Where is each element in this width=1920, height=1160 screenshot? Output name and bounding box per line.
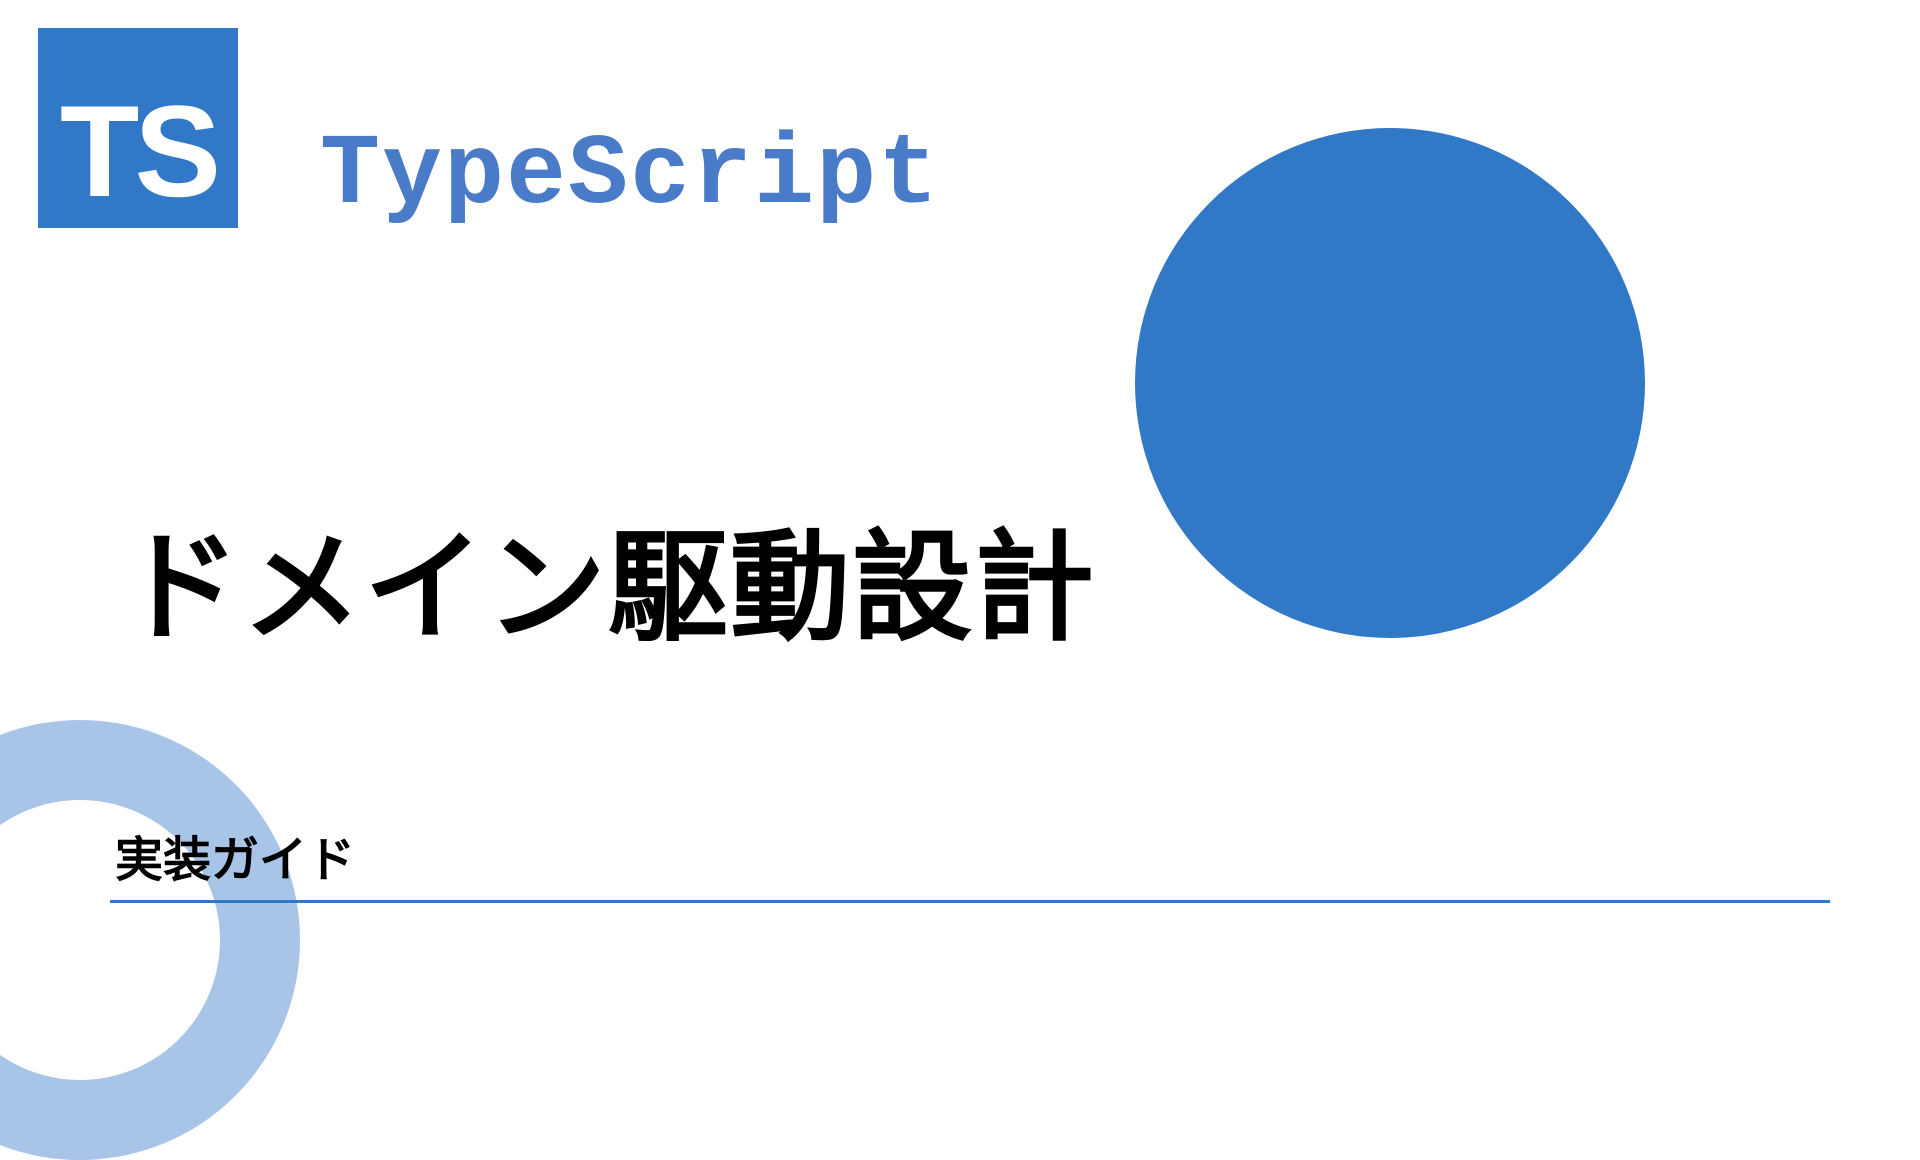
decorative-circle [1135,128,1645,638]
page-title: ドメイン駆動設計 [120,490,1096,664]
language-label: TypeScript [320,120,940,233]
decorative-ring [0,720,300,1160]
page-subtitle: 実装ガイド [115,820,355,890]
logo-text: TS [60,86,216,216]
typescript-logo: TS [38,28,238,228]
divider [110,900,1830,903]
